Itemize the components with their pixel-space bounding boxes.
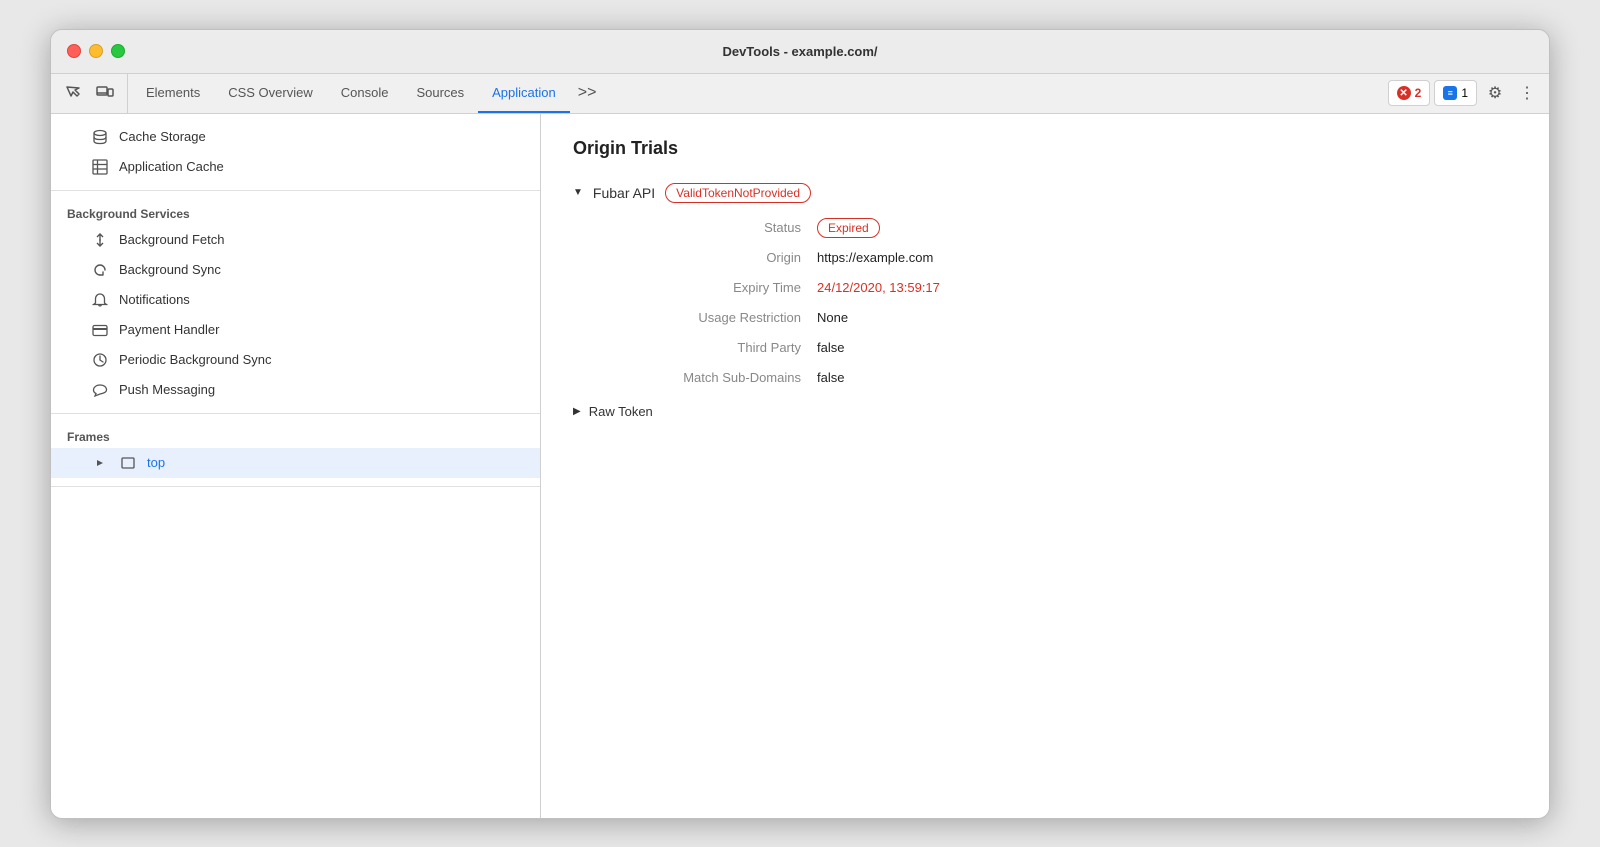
sidebar: Cache Storage Application Cache (51, 114, 541, 818)
usage-restriction-label: Usage Restriction (597, 309, 817, 327)
tabs-list: Elements CSS Overview Console Sources Ap… (132, 74, 1388, 113)
sidebar-item-cache-storage[interactable]: Cache Storage (51, 122, 540, 152)
cache-storage-icon (91, 128, 109, 146)
sidebar-item-top-frame[interactable]: top (51, 448, 540, 478)
tab-overflow-button[interactable]: >> (570, 74, 605, 113)
top-frame-label: top (147, 455, 165, 470)
message-count: 1 (1461, 86, 1468, 100)
tab-elements[interactable]: Elements (132, 74, 214, 113)
trial-item: ▼ Fubar API ValidTokenNotProvided Status… (573, 183, 1517, 419)
third-party-label: Third Party (597, 339, 817, 357)
notifications-label: Notifications (119, 292, 190, 307)
inspect-element-button[interactable] (59, 79, 87, 107)
error-count: 2 (1415, 86, 1422, 100)
application-cache-icon (91, 158, 109, 176)
sidebar-item-push-messaging[interactable]: Push Messaging (51, 375, 540, 405)
sidebar-item-periodic-background-sync[interactable]: Periodic Background Sync (51, 345, 540, 375)
sidebar-item-background-fetch[interactable]: Background Fetch (51, 225, 540, 255)
error-icon: ✕ (1397, 86, 1411, 100)
match-sub-domains-value: false (817, 369, 1517, 387)
sidebar-item-payment-handler[interactable]: Payment Handler (51, 315, 540, 345)
payment-handler-label: Payment Handler (119, 322, 219, 337)
periodic-background-sync-label: Periodic Background Sync (119, 352, 271, 367)
detail-table: Status Expired Origin https://example.co… (597, 219, 1517, 388)
background-fetch-icon (91, 231, 109, 249)
status-badge: Expired (817, 218, 880, 238)
title-bar: DevTools - example.com/ (51, 30, 1549, 74)
notifications-icon (91, 291, 109, 309)
status-label: Status (597, 219, 817, 237)
frame-icon (119, 454, 137, 472)
trial-expand-toggle[interactable]: ▼ (573, 187, 583, 198)
tab-sources[interactable]: Sources (402, 74, 478, 113)
message-icon: ≡ (1443, 86, 1457, 100)
tab-css-overview[interactable]: CSS Overview (214, 74, 327, 113)
tab-bar: Elements CSS Overview Console Sources Ap… (51, 74, 1549, 114)
origin-label: Origin (597, 249, 817, 267)
expiry-time-label: Expiry Time (597, 279, 817, 297)
background-sync-label: Background Sync (119, 262, 221, 277)
sidebar-item-background-sync[interactable]: Background Sync (51, 255, 540, 285)
device-toolbar-button[interactable] (91, 79, 119, 107)
sidebar-section-background-services: Background Services Background Fetch (51, 191, 540, 414)
settings-button[interactable]: ⚙ (1481, 79, 1509, 107)
trial-name: Fubar API (593, 185, 655, 201)
raw-token-label[interactable]: Raw Token (589, 404, 653, 419)
minimize-button[interactable] (89, 44, 103, 58)
frames-header: Frames (51, 422, 540, 448)
more-options-button[interactable]: ⋮ (1513, 79, 1541, 107)
periodic-background-sync-icon (91, 351, 109, 369)
close-button[interactable] (67, 44, 81, 58)
error-count-button[interactable]: ✕ 2 (1388, 80, 1431, 106)
expiry-time-value: 24/12/2020, 13:59:17 (817, 279, 1517, 297)
maximize-button[interactable] (111, 44, 125, 58)
sidebar-section-storage: Cache Storage Application Cache (51, 114, 540, 191)
message-count-button[interactable]: ≡ 1 (1434, 80, 1477, 106)
traffic-lights (67, 44, 125, 58)
origin-value: https://example.com (817, 249, 1517, 267)
panel-title: Origin Trials (573, 138, 1517, 159)
sidebar-item-notifications[interactable]: Notifications (51, 285, 540, 315)
payment-handler-icon (91, 321, 109, 339)
devtools-nav-icons (59, 74, 128, 113)
raw-token-row: ▶ Raw Token (573, 404, 1517, 419)
third-party-value: false (817, 339, 1517, 357)
tab-console[interactable]: Console (327, 74, 403, 113)
cache-storage-label: Cache Storage (119, 129, 206, 144)
main-content: Cache Storage Application Cache (51, 114, 1549, 818)
push-messaging-icon (91, 381, 109, 399)
devtools-window: DevTools - example.com/ Elements (50, 29, 1550, 819)
top-frame-toggle-icon (91, 454, 109, 472)
trial-header: ▼ Fubar API ValidTokenNotProvided (573, 183, 1517, 203)
application-cache-label: Application Cache (119, 159, 224, 174)
tab-bar-right: ✕ 2 ≡ 1 ⚙ ⋮ (1388, 74, 1541, 113)
status-value: Expired (817, 219, 1517, 237)
tab-application[interactable]: Application (478, 74, 570, 113)
sidebar-item-application-cache[interactable]: Application Cache (51, 152, 540, 182)
window-title: DevTools - example.com/ (722, 44, 877, 59)
content-panel: Origin Trials ▼ Fubar API ValidTokenNotP… (541, 114, 1549, 818)
raw-token-toggle[interactable]: ▶ (573, 406, 581, 417)
sidebar-section-frames: Frames top (51, 414, 540, 487)
trial-status-badge: ValidTokenNotProvided (665, 183, 811, 203)
push-messaging-label: Push Messaging (119, 382, 215, 397)
background-fetch-label: Background Fetch (119, 232, 225, 247)
usage-restriction-value: None (817, 309, 1517, 327)
match-sub-domains-label: Match Sub-Domains (597, 369, 817, 387)
background-services-header: Background Services (51, 199, 540, 225)
background-sync-icon (91, 261, 109, 279)
